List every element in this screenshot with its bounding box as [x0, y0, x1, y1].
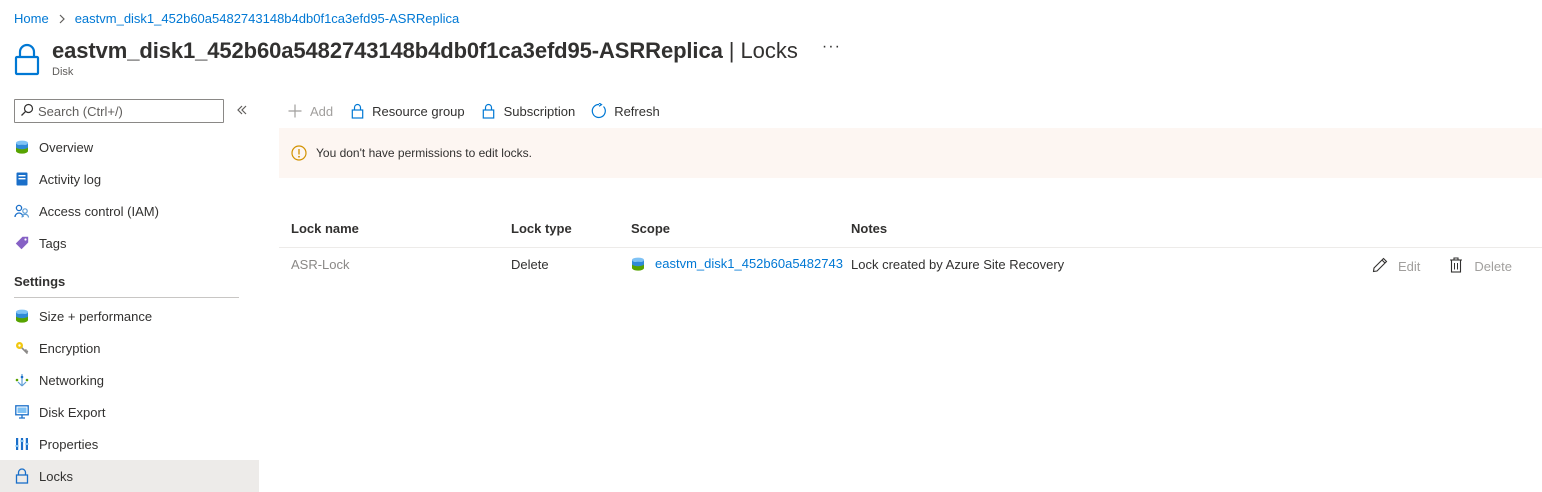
sidebar-item-encryption[interactable]: Encryption	[0, 332, 259, 364]
search-input[interactable]	[38, 103, 218, 119]
page-header: eastvm_disk1_452b60a5482743148b4db0f1ca3…	[14, 38, 841, 78]
scope-link[interactable]: eastvm_disk1_452b60a54827431	[655, 256, 843, 271]
blade-title: Locks	[740, 38, 798, 63]
tag-icon	[14, 235, 30, 251]
sidebar-item-label: Tags	[39, 235, 67, 251]
delete-button-label: Delete	[1474, 259, 1512, 274]
collapse-sidebar-button[interactable]	[234, 102, 250, 118]
column-header-notes[interactable]: Notes	[851, 221, 1311, 236]
edit-button-label: Edit	[1398, 259, 1421, 274]
refresh-button-label: Refresh	[614, 103, 660, 119]
sidebar-item-disk-export[interactable]: Disk Export	[0, 396, 259, 428]
notes-cell: Lock created by Azure Site Recovery	[851, 257, 1065, 272]
lock-icon	[14, 42, 42, 78]
more-options-button[interactable]: ···	[822, 38, 841, 56]
sidebar-item-networking[interactable]: Networking	[0, 364, 259, 396]
export-icon	[14, 404, 30, 420]
lock-type-cell: Delete	[511, 257, 549, 272]
properties-icon	[14, 436, 30, 452]
row-actions: Edit Delete	[1344, 256, 1512, 274]
sidebar-item-access-control[interactable]: Access control (IAM)	[0, 195, 259, 227]
disk-icon	[631, 257, 647, 273]
pencil-icon	[1372, 257, 1388, 273]
locks-table: Lock name Lock type Scope Notes ASR-Lock…	[279, 210, 1542, 282]
sidebar-item-properties[interactable]: Properties	[0, 428, 259, 460]
subscription-button-label: Subscription	[503, 103, 576, 119]
sidebar-item-label: Networking	[39, 372, 105, 388]
breadcrumb-home[interactable]: Home	[14, 11, 49, 26]
trash-icon	[1448, 256, 1464, 273]
lock-icon	[14, 468, 30, 484]
column-header-lock-type[interactable]: Lock type	[511, 221, 621, 236]
refresh-icon	[591, 103, 607, 119]
sidebar-item-label: Locks	[39, 468, 73, 484]
sidebar-item-activity-log[interactable]: Activity log	[0, 163, 259, 195]
column-header-scope[interactable]: Scope	[631, 221, 843, 236]
add-icon	[287, 103, 303, 119]
edit-button[interactable]: Edit	[1372, 257, 1421, 274]
disk-icon	[14, 308, 30, 324]
add-button[interactable]: Add	[279, 98, 341, 124]
people-icon	[14, 203, 30, 219]
info-icon	[291, 145, 307, 161]
delete-button[interactable]: Delete	[1448, 256, 1512, 274]
double-chevron-left-icon	[237, 105, 247, 115]
table-row: ASR-Lock Delete eastvm_disk1_452b60a5482…	[279, 248, 1542, 282]
sidebar-item-label: Access control (IAM)	[39, 203, 159, 219]
sidebar-item-overview[interactable]: Overview	[0, 131, 259, 163]
column-header-lock-name[interactable]: Lock name	[291, 221, 501, 236]
permission-warning-banner: You don't have permissions to edit locks…	[279, 128, 1542, 178]
sidebar: Overview Activity log Access control (IA…	[0, 92, 259, 492]
settings-section-header: Settings	[14, 274, 66, 289]
network-icon	[14, 372, 30, 388]
key-icon	[14, 340, 30, 356]
refresh-button[interactable]: Refresh	[583, 98, 668, 124]
sidebar-item-size-performance[interactable]: Size + performance	[0, 300, 259, 332]
lock-icon	[349, 103, 365, 119]
resource-group-button-label: Resource group	[372, 103, 465, 119]
lock-icon	[481, 103, 497, 119]
lock-name-cell: ASR-Lock	[291, 257, 350, 272]
sidebar-item-label: Activity log	[39, 171, 102, 187]
search-icon	[20, 103, 34, 120]
sidebar-item-label: Disk Export	[39, 404, 106, 420]
table-header: Lock name Lock type Scope Notes	[279, 210, 1542, 248]
resource-type-label: Disk	[52, 66, 74, 78]
add-button-label: Add	[310, 103, 334, 119]
command-bar: Add Resource group Subscription Refresh	[279, 98, 668, 124]
sidebar-item-label: Encryption	[39, 340, 101, 356]
banner-message: You don't have permissions to edit locks…	[316, 146, 532, 160]
breadcrumb: Home eastvm_disk1_452b60a5482743148b4db0…	[14, 11, 459, 26]
resource-group-button[interactable]: Resource group	[341, 98, 473, 124]
sidebar-item-tags[interactable]: Tags	[0, 227, 259, 259]
disk-icon	[14, 139, 30, 155]
sidebar-item-label: Properties	[39, 436, 99, 452]
search-box[interactable]	[14, 99, 224, 123]
sidebar-item-label: Overview	[39, 139, 94, 155]
subscription-button[interactable]: Subscription	[473, 98, 584, 124]
page-title: eastvm_disk1_452b60a5482743148b4db0f1ca3…	[52, 38, 723, 63]
activity-log-icon	[14, 171, 30, 187]
title-separator: |	[728, 38, 735, 63]
chevron-right-icon	[55, 12, 69, 26]
sidebar-item-locks[interactable]: Locks	[0, 460, 259, 492]
divider	[14, 297, 239, 298]
sidebar-item-label: Size + performance	[39, 308, 153, 324]
breadcrumb-resource[interactable]: eastvm_disk1_452b60a5482743148b4db0f1ca3…	[75, 11, 460, 26]
scope-cell: eastvm_disk1_452b60a54827431	[631, 256, 843, 273]
